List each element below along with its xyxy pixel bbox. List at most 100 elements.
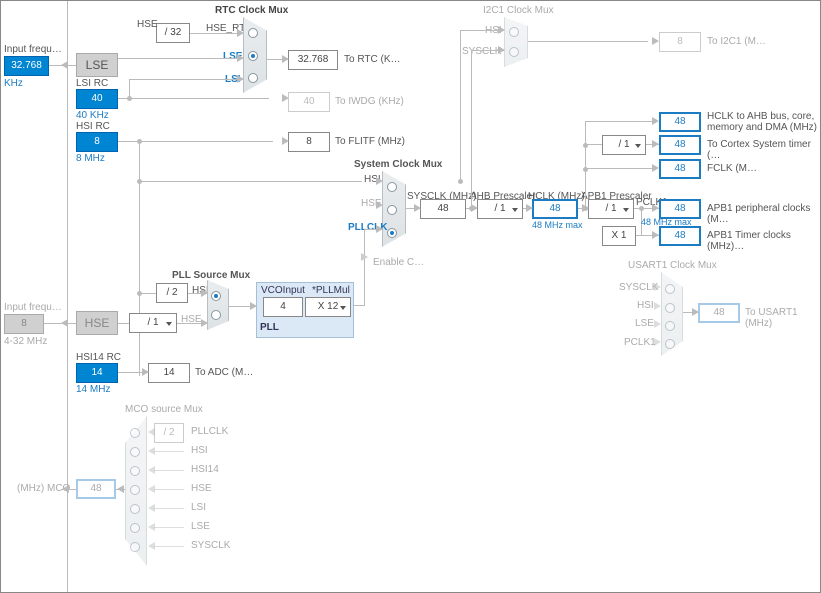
adc-note: To ADC (M… — [195, 367, 253, 378]
mco-r3[interactable] — [130, 466, 140, 476]
i2c1-r-hsi[interactable] — [509, 27, 519, 37]
hsi14-freq[interactable]: 14 — [76, 363, 118, 383]
hclk-max: 48 MHz max — [532, 220, 583, 230]
usart1-r3[interactable] — [665, 321, 675, 331]
i2c1-mux[interactable] — [504, 17, 528, 67]
out-fclk-lbl: FCLK (M… — [707, 163, 757, 174]
lse-box[interactable]: LSE — [76, 53, 118, 77]
rtc-note: To RTC (K… — [344, 54, 401, 65]
apb1-timer[interactable]: 48 — [659, 226, 701, 246]
apb1-div[interactable]: / 1 — [588, 199, 634, 219]
out-ahb-lbl: HCLK to AHB bus, core, memory and DMA (M… — [707, 111, 817, 133]
usart1-label: USART1 Clock Mux — [628, 260, 717, 271]
pll-radio-hsi[interactable] — [211, 291, 221, 301]
usart1-r4[interactable] — [665, 339, 675, 349]
flitf-note: To FLITF (MHz) — [335, 136, 405, 147]
u-hsi: HSI — [637, 300, 654, 311]
pll-label: PLL — [260, 322, 279, 333]
sys-r-pll[interactable] — [387, 228, 397, 238]
ahb-div[interactable]: / 1 — [477, 199, 523, 219]
rtc-div[interactable]: / 32 — [156, 23, 190, 43]
usart1-r2[interactable] — [665, 303, 675, 313]
mco-r6[interactable] — [130, 523, 140, 533]
mco-hsi: HSI — [191, 445, 208, 456]
pll-hsi-div[interactable]: / 2 — [156, 283, 188, 303]
hsi-unit: 8 MHz — [76, 153, 105, 164]
hclk-val[interactable]: 48 — [532, 199, 578, 219]
apb1-periph[interactable]: 48 — [659, 199, 701, 219]
adc-val[interactable]: 14 — [148, 363, 190, 383]
rtc-radio-lse[interactable] — [248, 51, 258, 61]
flitf-val[interactable]: 8 — [288, 132, 330, 152]
lsi-freq[interactable]: 40 — [76, 89, 118, 109]
out-cortex[interactable]: 48 — [659, 135, 701, 155]
i2c1-label: I2C1 Clock Mux — [483, 5, 554, 16]
out-cortex-lbl: To Cortex System timer (… — [707, 139, 820, 161]
out-ahb[interactable]: 48 — [659, 112, 701, 132]
rtc-mux-label: RTC Clock Mux — [215, 5, 288, 16]
hse-box[interactable]: HSE — [76, 311, 118, 335]
label-input-freq: Input frequ… — [4, 44, 62, 55]
usart1-r1[interactable] — [665, 284, 675, 294]
iwdg-note: To IWDG (KHz) — [335, 96, 404, 107]
mco-div[interactable]: / 2 — [154, 423, 184, 443]
i2c1-note: To I2C1 (M… — [707, 36, 766, 47]
u-pclk1: PCLK1 — [624, 337, 656, 348]
i2c1-sys: SYSCLK — [462, 46, 501, 57]
u-lse: LSE — [635, 318, 654, 329]
mco-r2[interactable] — [130, 447, 140, 457]
mco-sysclk: SYSCLK — [191, 540, 230, 551]
apb1-periph-lbl: APB1 peripheral clocks (M… — [707, 203, 820, 225]
apb1-timer-mul[interactable]: X 1 — [602, 226, 636, 246]
i2c1-val: 8 — [659, 32, 701, 52]
pll-src-mux[interactable] — [207, 280, 229, 330]
u-sysclk: SYSCLK — [619, 282, 658, 293]
sys-r-hse[interactable] — [387, 205, 397, 215]
clock-diagram: Input frequ… 32.768 KHz LSE LSI RC 40 40… — [0, 0, 821, 593]
mco-r1[interactable] — [130, 428, 140, 438]
lsi-unit: 40 KHz — [76, 110, 109, 121]
out-fclk[interactable]: 48 — [659, 159, 701, 179]
hse-freq[interactable]: 32.768 — [4, 56, 49, 76]
hsi-freq[interactable]: 8 — [76, 132, 118, 152]
pll-radio-hse[interactable] — [211, 310, 221, 320]
label-hse-freq: Input frequ… — [4, 302, 62, 313]
hsi14-label: HSI14 RC — [76, 352, 121, 363]
sys-mux-label: System Clock Mux — [354, 159, 442, 170]
sysclk-val[interactable]: 48 — [420, 199, 466, 219]
enable-css[interactable]: Enable C… — [373, 257, 424, 268]
i2c1-r-sys[interactable] — [509, 47, 519, 57]
mco-r7[interactable] — [130, 542, 140, 552]
mco-r4[interactable] — [130, 485, 140, 495]
mco-pll: PLLCLK — [191, 426, 228, 437]
mco-lsi: LSI — [191, 502, 206, 513]
rtc-radio-lsi[interactable] — [248, 73, 258, 83]
rtc-out[interactable]: 32.768 — [288, 50, 338, 70]
label-lsi: LSI RC — [76, 78, 108, 89]
hse-freq-grey: 8 — [4, 314, 44, 334]
mco-lse: LSE — [191, 521, 210, 532]
separator — [67, 1, 68, 593]
pll-src-label: PLL Source Mux — [172, 270, 250, 281]
vco-label: VCOInput — [261, 285, 305, 296]
mco-hsi14: HSI14 — [191, 464, 219, 475]
usart1-val: 48 — [698, 303, 740, 323]
mco-r5[interactable] — [130, 504, 140, 514]
vco-input[interactable]: 4 — [263, 297, 303, 317]
hse-range: 4-32 MHz — [4, 336, 47, 347]
pll-hse-div[interactable]: / 1 — [129, 313, 177, 333]
iwdg-val: 40 — [288, 92, 330, 112]
mco-val: 48 — [76, 479, 116, 499]
sys-r-hsi[interactable] — [387, 182, 397, 192]
pll-mul[interactable]: X 12 — [305, 297, 351, 317]
unit-khz: KHz — [4, 78, 23, 89]
usart1-note: To USART1 (MHz) — [745, 307, 820, 329]
apb1-timer-lbl: APB1 Timer clocks (MHz)… — [707, 230, 820, 252]
cortex-div[interactable]: / 1 — [602, 135, 646, 155]
rtc-radio-hse[interactable] — [248, 28, 258, 38]
pllmul-label: *PLLMul — [312, 285, 350, 296]
mco-label: MCO source Mux — [125, 404, 203, 415]
mco-hse: HSE — [191, 483, 212, 494]
rtc-hse-src: HSE — [137, 19, 158, 30]
hsi14-unit: 14 MHz — [76, 384, 110, 395]
